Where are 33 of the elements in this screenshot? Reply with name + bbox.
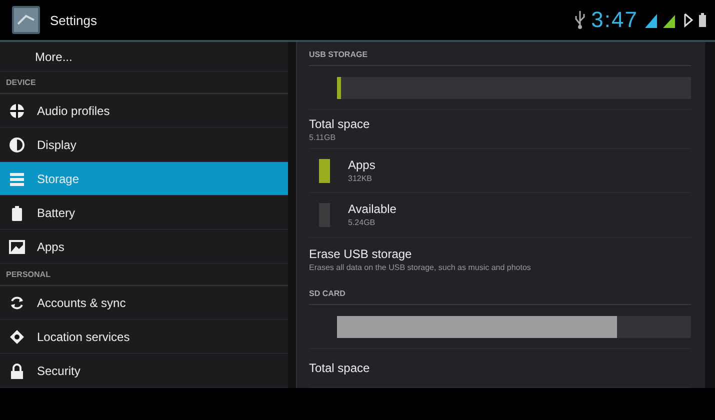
sidebar-item[interactable]: More... (0, 42, 288, 72)
category-size: 312KB (348, 174, 374, 184)
sidebar-item[interactable]: Apps (0, 230, 288, 264)
window-title: Settings (50, 12, 98, 28)
category-title: Available (348, 202, 396, 216)
section-header: USB STORAGE (309, 42, 691, 66)
section-header: PERSONAL (0, 264, 288, 286)
usb-icon (574, 10, 586, 30)
battery-icon (9, 204, 25, 220)
setting-title: Total space (309, 116, 371, 131)
category-title: Apps (348, 158, 376, 172)
location-icon (9, 328, 25, 344)
sync-icon (9, 294, 25, 310)
lines-icon (9, 170, 25, 186)
sidebar-item[interactable]: Location services (0, 320, 288, 354)
sidebar-item[interactable]: Accounts & sync (0, 286, 288, 320)
lock-icon (9, 362, 25, 378)
app-icon (12, 6, 40, 34)
section-header: SD CARD (309, 281, 691, 305)
section-header: DEVICE (0, 72, 288, 94)
category-size: 5.24GB (348, 218, 376, 228)
circle-cross-icon (9, 102, 25, 118)
sidebar-item[interactable]: Audio profiles (0, 94, 288, 128)
clock: 3:47 (591, 7, 638, 33)
setting-title: Total space (309, 361, 371, 376)
setting-value: 5.11GB (309, 132, 337, 142)
erase-option[interactable]: Erase USB storage Erases all data on the USB storage, such as music and photos (309, 238, 691, 282)
signal-icon (643, 12, 657, 28)
image-icon (9, 238, 25, 254)
contrast-icon (9, 136, 25, 152)
battery-icon (698, 12, 707, 28)
sidebar-item[interactable]: Security (0, 354, 288, 388)
sidebar-item[interactable]: Battery (0, 196, 288, 230)
